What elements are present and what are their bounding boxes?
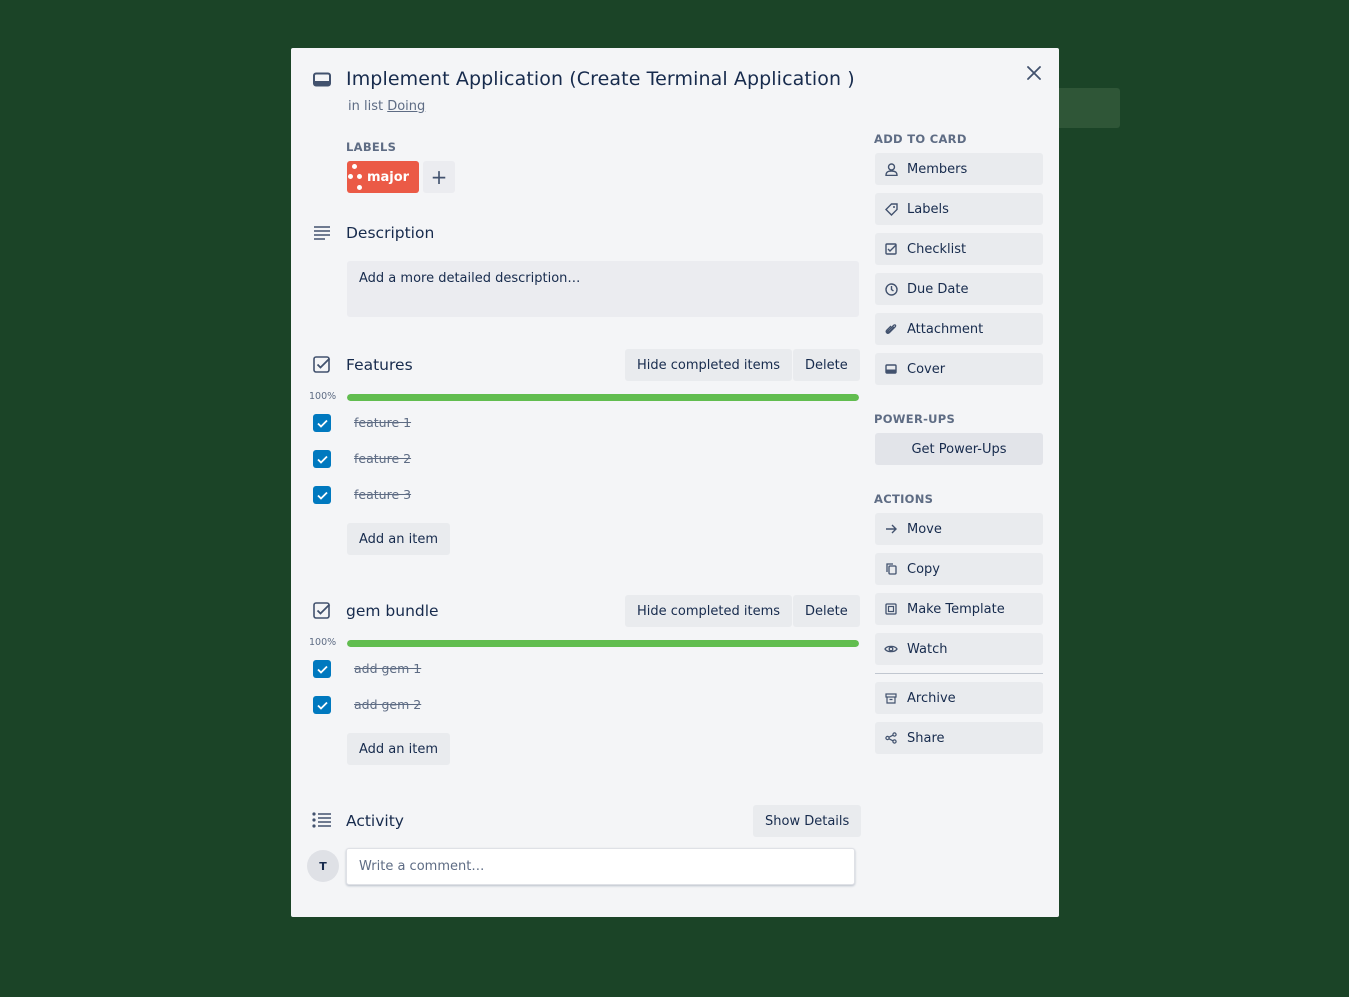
in-list-prefix: in list — [348, 99, 384, 114]
label-dot — [348, 174, 353, 179]
item-checkbox[interactable] — [313, 660, 331, 678]
archive-label: Archive — [907, 690, 956, 706]
labels-heading: LABELS — [346, 140, 397, 154]
person-icon — [884, 162, 898, 176]
due-date-button[interactable]: Due Date — [875, 273, 1043, 305]
cover-icon — [884, 362, 898, 376]
clock-icon — [884, 282, 898, 296]
label-text: major — [366, 169, 410, 185]
card-icon — [313, 72, 331, 92]
labels-button[interactable]: Labels — [875, 193, 1043, 225]
cover-label: Cover — [907, 361, 946, 377]
check-icon — [316, 491, 328, 500]
actions-heading: ACTIONS — [874, 492, 934, 506]
add-to-card-heading: ADD TO CARD — [874, 132, 967, 146]
progress-fill — [347, 640, 859, 647]
tag-icon — [884, 202, 898, 216]
check-icon — [316, 665, 328, 674]
actions-divider — [875, 673, 1043, 674]
add-label-button[interactable]: + — [423, 161, 455, 193]
card-list-info: in list Doing — [348, 99, 425, 114]
label-dot — [357, 174, 362, 179]
checklist-icon — [884, 242, 898, 256]
get-power-ups-button[interactable]: Get Power-Ups — [875, 433, 1043, 465]
power-ups-heading: POWER-UPS — [874, 412, 956, 426]
plus-icon: + — [430, 165, 448, 189]
hide-completed-button[interactable]: Hide completed items — [625, 595, 793, 627]
delete-checklist-button[interactable]: Delete — [793, 349, 860, 381]
share-button[interactable]: Share — [875, 722, 1043, 754]
activity-icon — [312, 812, 332, 832]
due-date-label: Due Date — [907, 281, 969, 297]
paperclip-icon — [884, 322, 898, 336]
close-button[interactable] — [1023, 62, 1045, 84]
share-icon — [884, 731, 898, 745]
hide-completed-button[interactable]: Hide completed items — [625, 349, 793, 381]
members-label: Members — [907, 161, 968, 177]
close-icon — [1027, 66, 1041, 80]
checklist-item-text[interactable]: feature 3 — [354, 487, 411, 502]
watch-button[interactable]: Watch — [875, 633, 1043, 665]
label-dot — [357, 185, 362, 190]
activity-title: Activity — [346, 812, 404, 830]
item-checkbox[interactable] — [313, 696, 331, 714]
labels-label: Labels — [907, 201, 949, 217]
archive-button[interactable]: Archive — [875, 682, 1043, 714]
delete-checklist-button[interactable]: Delete — [793, 595, 860, 627]
copy-icon — [884, 562, 898, 576]
members-button[interactable]: Members — [875, 153, 1043, 185]
description-input[interactable]: Add a more detailed description… — [347, 261, 859, 317]
copy-label: Copy — [907, 561, 940, 577]
item-checkbox[interactable] — [313, 450, 331, 468]
show-details-button[interactable]: Show Details — [753, 805, 862, 837]
checklist-icon — [313, 602, 331, 624]
attachment-button[interactable]: Attachment — [875, 313, 1043, 345]
checklist-item-text[interactable]: add gem 2 — [354, 697, 421, 712]
checklist-button[interactable]: Checklist — [875, 233, 1043, 265]
move-button[interactable]: Move — [875, 513, 1043, 545]
checklist-progress-bar — [347, 394, 859, 401]
add-item-button[interactable]: Add an item — [347, 523, 451, 555]
checklist-icon — [313, 356, 331, 378]
description-icon — [313, 225, 331, 245]
item-checkbox[interactable] — [313, 414, 331, 432]
copy-button[interactable]: Copy — [875, 553, 1043, 585]
attachment-label: Attachment — [907, 321, 984, 337]
check-icon — [316, 455, 328, 464]
checklist-item-text[interactable]: add gem 1 — [354, 661, 421, 676]
progress-percent: 100% — [309, 391, 337, 402]
check-icon — [316, 419, 328, 428]
card-detail-modal: Implement Application (Create Terminal A… — [291, 48, 1059, 917]
checklist-title[interactable]: Features — [346, 356, 413, 374]
make-template-button[interactable]: Make Template — [875, 593, 1043, 625]
move-label: Move — [907, 521, 942, 537]
checklist-label: Checklist — [907, 241, 967, 257]
check-icon — [316, 701, 328, 710]
share-label: Share — [907, 730, 945, 746]
make-template-label: Make Template — [907, 601, 1005, 617]
cover-button[interactable]: Cover — [875, 353, 1043, 385]
checklist-title[interactable]: gem bundle — [346, 602, 439, 620]
progress-fill — [347, 394, 859, 401]
watch-label: Watch — [907, 641, 948, 657]
item-checkbox[interactable] — [313, 486, 331, 504]
checklist-item-text[interactable]: feature 1 — [354, 415, 411, 430]
label-dot — [352, 164, 357, 169]
avatar[interactable]: T — [307, 850, 339, 882]
checklist-item-text[interactable]: feature 2 — [354, 451, 411, 466]
template-icon — [884, 602, 898, 616]
card-title[interactable]: Implement Application (Create Terminal A… — [346, 68, 855, 90]
list-link[interactable]: Doing — [387, 99, 425, 114]
add-item-button[interactable]: Add an item — [347, 733, 451, 765]
description-title: Description — [346, 224, 435, 242]
progress-percent: 100% — [309, 637, 337, 648]
comment-input[interactable]: Write a comment… — [346, 848, 855, 885]
arrow-right-icon — [884, 522, 898, 536]
label-major[interactable]: major — [347, 161, 419, 193]
checklist-progress-bar — [347, 640, 859, 647]
archive-icon — [884, 691, 898, 705]
eye-icon — [884, 642, 898, 656]
